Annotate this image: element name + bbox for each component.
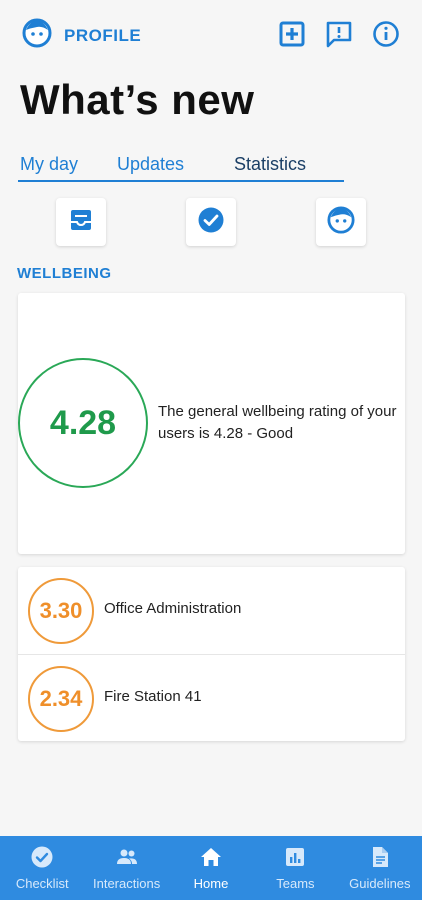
- nav-label: Interactions: [93, 876, 161, 891]
- team-score-badge: 2.34: [28, 666, 94, 732]
- inbox-button[interactable]: [56, 198, 106, 246]
- people-icon: [115, 845, 139, 872]
- document-icon: [368, 845, 392, 872]
- inbox-icon: [68, 207, 94, 238]
- wellbeing-description: The general wellbeing rating of your use…: [158, 403, 397, 442]
- checklist-icon: [30, 845, 54, 872]
- home-icon: [199, 845, 223, 872]
- nav-label: Home: [193, 876, 229, 891]
- bottom-nav: Checklist Interactions Home Teams Guidel…: [0, 836, 422, 900]
- list-item[interactable]: 2.34 Fire Station 41: [18, 654, 405, 741]
- add-box-icon[interactable]: [278, 20, 306, 48]
- team-score-list: 3.30 Office Administration 2.34 Fire Sta…: [18, 567, 405, 741]
- nav-interactions[interactable]: Interactions: [84, 836, 168, 900]
- team-name: Fire Station 41: [104, 688, 202, 705]
- tab-updates[interactable]: Updates: [117, 154, 184, 175]
- check-button[interactable]: [186, 198, 236, 246]
- nav-checklist[interactable]: Checklist: [0, 836, 84, 900]
- section-title-wellbeing: WELLBEING: [17, 265, 112, 282]
- nav-teams[interactable]: Teams: [253, 836, 337, 900]
- tab-statistics[interactable]: Statistics: [234, 154, 306, 175]
- tab-underline: [18, 180, 344, 182]
- tab-my-day[interactable]: My day: [20, 154, 78, 175]
- feedback-icon[interactable]: [325, 20, 353, 48]
- team-score-badge: 3.30: [28, 578, 94, 644]
- stat-icon-row: [0, 198, 422, 246]
- face-icon: [22, 18, 52, 53]
- nav-label: Guidelines: [349, 876, 411, 891]
- wellbeing-summary-card[interactable]: 4.28 The general wellbeing rating of you…: [18, 293, 405, 554]
- profile-button[interactable]: PROFILE: [22, 18, 141, 53]
- overall-score-badge: 4.28: [18, 358, 148, 488]
- team-name: Office Administration: [104, 600, 242, 617]
- face-button[interactable]: [316, 198, 366, 246]
- tab-bar: My day Updates Statistics: [18, 150, 344, 182]
- page-title: What’s new: [20, 76, 255, 123]
- profile-label: PROFILE: [64, 25, 142, 45]
- check-circle-icon: [197, 206, 225, 239]
- face-icon: [327, 205, 355, 239]
- nav-home[interactable]: Home: [169, 836, 253, 900]
- nav-label: Checklist: [15, 876, 69, 891]
- info-icon[interactable]: [372, 20, 400, 48]
- list-item[interactable]: 3.30 Office Administration: [18, 567, 405, 654]
- nav-label: Teams: [276, 876, 315, 891]
- chart-icon: [283, 845, 307, 872]
- top-bar: PROFILE: [0, 0, 422, 68]
- nav-guidelines[interactable]: Guidelines: [338, 836, 422, 900]
